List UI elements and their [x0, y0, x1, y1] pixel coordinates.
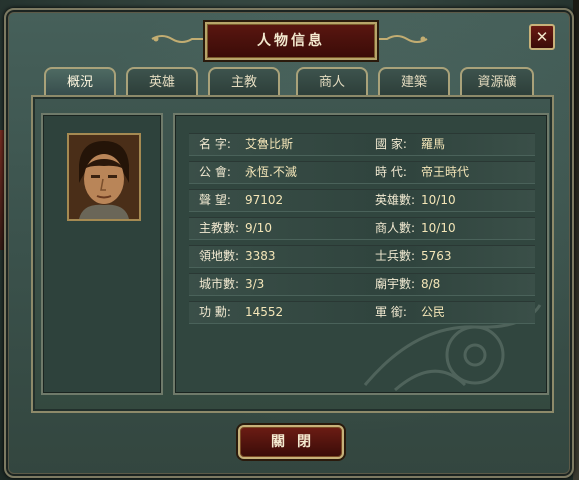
tab-merchants[interactable]: 商人 — [296, 67, 368, 97]
close-button[interactable]: 關閉 — [238, 425, 344, 459]
close-icon: ✕ — [535, 28, 549, 46]
stats-row: 城市數: 3/3 廟宇數: 8/8 — [189, 273, 535, 296]
label-era: 時 代: — [375, 165, 407, 179]
value-city-count: 3/3 — [245, 277, 265, 291]
value-rank: 公民 — [421, 305, 446, 319]
portrait-frame — [41, 113, 163, 395]
tab-buildings[interactable]: 建築 — [378, 67, 450, 97]
value-hero-count: 10/10 — [421, 193, 456, 207]
label-territory-count: 領地數: — [199, 249, 240, 263]
stats-list: 名 字: 艾魯比斯 國 家: 羅馬 公 會: 永恆.不滅 時 代: 帝王時代 聲… — [189, 133, 535, 329]
value-era: 帝王時代 — [421, 165, 470, 179]
window-title: 人物信息 — [257, 33, 325, 49]
ornament-right-icon — [375, 35, 428, 43]
ornament-left-icon — [151, 35, 204, 43]
overview-panel: 名 字: 艾魯比斯 國 家: 羅馬 公 會: 永恆.不滅 時 代: 帝王時代 聲… — [31, 95, 554, 413]
label-prestige: 聲 望: — [199, 193, 231, 207]
value-guild: 永恆.不滅 — [245, 165, 297, 179]
stats-row: 領地數: 3383 士兵數: 5763 — [189, 245, 535, 268]
label-soldier-count: 士兵數: — [375, 249, 416, 263]
title-plaque: 人物信息 — [205, 22, 377, 60]
title-ornament-right — [373, 33, 429, 45]
info-box: 名 字: 艾魯比斯 國 家: 羅馬 公 會: 永恆.不滅 時 代: 帝王時代 聲… — [173, 113, 549, 395]
value-territory-count: 3383 — [245, 249, 276, 263]
portrait-face-icon — [69, 135, 139, 219]
value-merchant-count: 10/10 — [421, 221, 456, 235]
stats-row: 主教數: 9/10 商人數: 10/10 — [189, 217, 535, 240]
value-merit: 14552 — [245, 305, 284, 319]
game-ui-stage: 人物信息 ✕ 概況 英雄 主教 商人 建築 資源礦 名 字: 艾魯比斯 國 家:… — [0, 0, 579, 480]
tab-bar: 概況 英雄 主教 商人 建築 資源礦 — [44, 67, 544, 99]
stats-row: 聲 望: 97102 英雄數: 10/10 — [189, 189, 535, 212]
value-country: 羅馬 — [421, 137, 446, 151]
label-hero-count: 英雄數: — [375, 193, 416, 207]
tab-resource-mines[interactable]: 資源礦 — [460, 67, 534, 97]
value-soldier-count: 5763 — [421, 249, 452, 263]
close-window-button[interactable]: ✕ — [529, 24, 555, 50]
value-bishop-count: 9/10 — [245, 221, 272, 235]
label-merit: 功 勳: — [199, 305, 231, 319]
label-city-count: 城市數: — [199, 277, 240, 291]
label-guild: 公 會: — [199, 165, 231, 179]
label-rank: 軍 銜: — [375, 305, 407, 319]
character-portrait — [67, 133, 141, 221]
label-name: 名 字: — [199, 137, 231, 151]
label-temple-count: 廟宇數: — [375, 277, 416, 291]
label-country: 國 家: — [375, 137, 407, 151]
label-merchant-count: 商人數: — [375, 221, 416, 235]
stats-row: 公 會: 永恆.不滅 時 代: 帝王時代 — [189, 161, 535, 184]
label-bishop-count: 主教數: — [199, 221, 240, 235]
value-prestige: 97102 — [245, 193, 284, 207]
value-temple-count: 8/8 — [421, 277, 441, 291]
value-name: 艾魯比斯 — [245, 137, 294, 151]
title-ornament-left — [150, 33, 206, 45]
stats-row: 功 勳: 14552 軍 銜: 公民 — [189, 301, 535, 324]
stats-row: 名 字: 艾魯比斯 國 家: 羅馬 — [189, 133, 535, 156]
tab-heroes[interactable]: 英雄 — [126, 67, 198, 97]
tab-bishops[interactable]: 主教 — [208, 67, 280, 97]
